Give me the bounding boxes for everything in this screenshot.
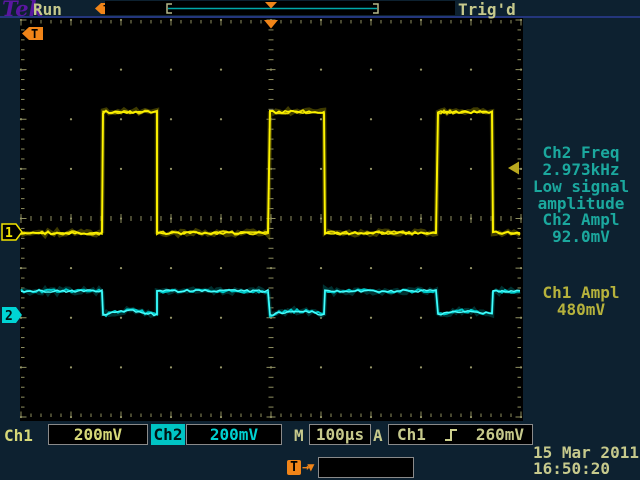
measurement-label: Ch1 Ampl (522, 284, 640, 301)
trigger-position-row: T →▼ 1.68520ms (287, 456, 414, 478)
measurement-ch1-ampl: Ch1 Ampl 480mV (522, 284, 640, 318)
measurement-warning-line1: Low signal (522, 178, 640, 195)
measurement-label: Ch2 Freq (522, 144, 640, 161)
main-timebase-value: 100µs (316, 425, 364, 444)
datetime-display: 15 Mar 2011 16:50:20 (533, 445, 639, 476)
record-view-bar (105, 1, 455, 15)
ch2-channel-badge: Ch2 (151, 424, 185, 445)
header-trigger-offscreen-icon (95, 3, 113, 14)
acquisition-status: Run (33, 0, 62, 19)
ch2-ground-marker (2, 307, 22, 323)
measurement-ch2-ampl: Ch2 Ampl 92.0mV (522, 211, 640, 245)
trigger-position-readout: 1.68520ms (318, 457, 414, 478)
svg-text:1: 1 (5, 226, 13, 241)
time-text: 16:50:20 (533, 461, 639, 477)
measurement-value: 92.0mV (522, 228, 640, 245)
svg-text:2: 2 (5, 309, 13, 324)
svg-text:T: T (103, 3, 110, 16)
ch1-scale-readout: 200mV (48, 424, 148, 445)
scope-screen (20, 18, 523, 421)
trigger-readout: Ch1 260mV (388, 424, 533, 445)
trigger-type-label: A (373, 426, 383, 445)
ch1-scale-value: 200mV (74, 425, 122, 444)
main-timebase-label: M (294, 426, 304, 445)
trigger-level-value: 260mV (476, 425, 524, 444)
ch2-scale-value: 200mV (210, 425, 258, 444)
measurement-label: Ch2 Ampl (522, 211, 640, 228)
trigger-source: Ch1 (397, 425, 426, 444)
trigger-status: Trig'd (458, 0, 516, 19)
measurement-value: 2.973kHz (522, 161, 640, 178)
main-timebase-readout: 100µs (309, 424, 371, 445)
measurement-ch2-freq: Ch2 Freq 2.973kHz Low signal amplitude (522, 144, 640, 212)
measurement-value: 480mV (522, 301, 640, 318)
rising-slope-icon (444, 427, 458, 443)
trigger-position-value: 1.68520ms (323, 458, 410, 477)
trigger-direction-icons: →▼ (302, 460, 312, 474)
ch2-scale-readout: 200mV (186, 424, 282, 445)
trigger-t-icon: T (287, 460, 301, 475)
ch1-ground-marker (2, 224, 22, 240)
ch1-channel-label: Ch1 (4, 426, 33, 445)
